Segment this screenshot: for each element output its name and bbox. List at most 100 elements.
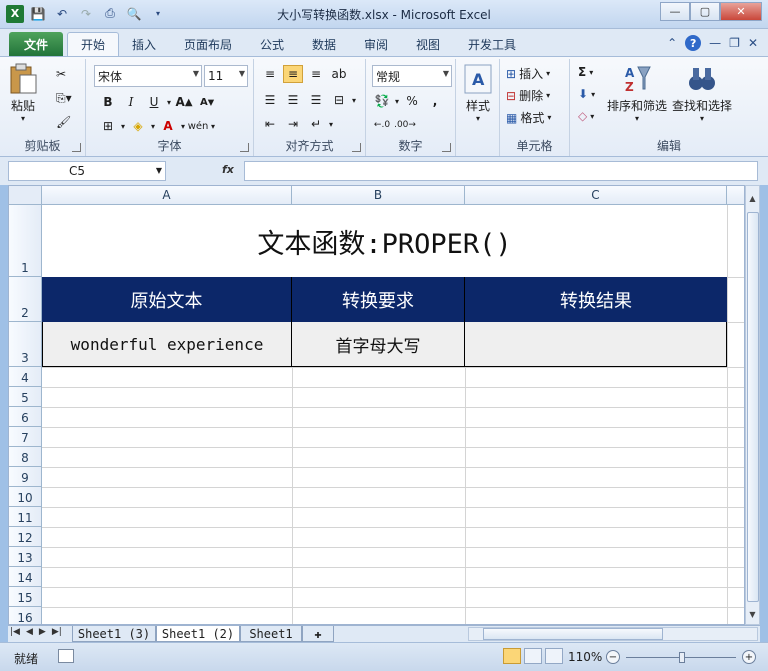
row-header[interactable]: 16: [9, 607, 42, 624]
minimize-button[interactable]: —: [660, 2, 690, 21]
row-header[interactable]: 4: [9, 367, 42, 387]
cut-icon[interactable]: ✂: [56, 67, 66, 81]
wrap-dropdown-icon[interactable]: ▾: [329, 120, 333, 129]
sheet-tab-active[interactable]: Sheet1 (2): [156, 626, 240, 642]
last-sheet-icon[interactable]: ▶|: [52, 627, 62, 637]
copy-icon[interactable]: ⎘▾: [56, 91, 72, 106]
number-launcher-icon[interactable]: [442, 143, 451, 152]
underline-icon[interactable]: U: [144, 93, 164, 111]
minimize-ribbon-icon[interactable]: ⌃: [667, 36, 677, 50]
row-header[interactable]: 2: [9, 277, 42, 322]
orientation-icon[interactable]: ab: [329, 65, 349, 83]
tab-home[interactable]: 开始: [67, 32, 119, 56]
cell-a3[interactable]: wonderful experience: [42, 322, 292, 367]
doc-restore-icon[interactable]: ❐: [729, 36, 740, 50]
zoom-in-icon[interactable]: +: [742, 650, 756, 664]
bold-icon[interactable]: B: [98, 93, 118, 111]
decrease-decimal-icon[interactable]: .00→: [394, 116, 416, 134]
merge-center-icon[interactable]: ⊟: [329, 91, 349, 109]
help-icon[interactable]: ?: [685, 35, 702, 51]
tab-formulas[interactable]: 公式: [260, 32, 284, 56]
fill-button[interactable]: ⬇ ▾: [578, 87, 595, 101]
row-header[interactable]: 1: [9, 205, 42, 277]
column-header-a[interactable]: A: [42, 186, 292, 205]
phonetic-icon[interactable]: wén: [188, 117, 209, 135]
align-middle-icon[interactable]: ≡: [283, 65, 303, 83]
autosum-button[interactable]: Σ ▾: [578, 65, 593, 79]
row-header[interactable]: 9: [9, 467, 42, 487]
row-header[interactable]: 3: [9, 322, 42, 367]
column-header-c[interactable]: C: [465, 186, 727, 205]
row-header[interactable]: 15: [9, 587, 42, 607]
increase-font-icon[interactable]: A ▲: [174, 93, 194, 111]
alignment-launcher-icon[interactable]: [352, 143, 361, 152]
zoom-knob[interactable]: [679, 652, 685, 663]
name-box[interactable]: C5 ▼: [8, 161, 166, 181]
underline-dropdown-icon[interactable]: ▾: [167, 98, 171, 107]
insert-cells-button[interactable]: ⊞ 插入 ▾: [506, 65, 550, 82]
phonetic-dropdown-icon[interactable]: ▾: [211, 122, 215, 131]
next-sheet-icon[interactable]: ▶: [39, 627, 46, 637]
font-launcher-icon[interactable]: [240, 143, 249, 152]
sheet-tab[interactable]: Sheet1: [240, 626, 302, 642]
font-color-icon[interactable]: A: [158, 117, 178, 135]
comma-style-icon[interactable]: ,: [425, 92, 445, 110]
align-center-icon[interactable]: ☰: [283, 91, 303, 109]
wrap-text-icon[interactable]: ↵: [306, 115, 326, 133]
header-cell-original-text[interactable]: 原始文本: [42, 277, 292, 322]
align-left-icon[interactable]: ☰: [260, 91, 280, 109]
insert-function-button[interactable]: fx: [222, 163, 234, 176]
find-select-button[interactable]: 查找和选择 ▾: [672, 63, 732, 123]
row-header[interactable]: 11: [9, 507, 42, 527]
normal-view-icon[interactable]: [503, 648, 521, 664]
align-top-icon[interactable]: ≡: [260, 65, 280, 83]
font-color-dropdown-icon[interactable]: ▾: [181, 122, 185, 131]
column-header-b[interactable]: B: [292, 186, 465, 205]
fill-color-icon[interactable]: ◈: [128, 117, 148, 135]
accounting-format-icon[interactable]: 💱: [372, 92, 392, 110]
decrease-font-icon[interactable]: A ▼: [197, 93, 217, 111]
paste-button[interactable]: 粘贴 ▾: [8, 63, 38, 123]
prev-sheet-icon[interactable]: ◀: [26, 627, 33, 637]
column-header-empty[interactable]: [727, 186, 744, 205]
maximize-button[interactable]: ▢: [690, 2, 720, 21]
font-name-select[interactable]: 宋体 ▼: [94, 65, 202, 87]
font-size-select[interactable]: 11 ▼: [204, 65, 248, 87]
zoom-slider[interactable]: − +: [606, 650, 756, 666]
header-cell-requirement[interactable]: 转换要求: [292, 277, 465, 322]
clipboard-launcher-icon[interactable]: [72, 143, 81, 152]
tab-insert[interactable]: 插入: [132, 32, 156, 56]
row-header[interactable]: 13: [9, 547, 42, 567]
borders-dropdown-icon[interactable]: ▾: [121, 122, 125, 131]
row-header[interactable]: 10: [9, 487, 42, 507]
sort-filter-button[interactable]: A Z 排序和筛选 ▾: [607, 63, 667, 123]
accounting-dropdown-icon[interactable]: ▾: [395, 97, 399, 106]
zoom-out-icon[interactable]: −: [606, 650, 620, 664]
vertical-scrollbar[interactable]: ▲ ▼: [745, 185, 760, 625]
close-button[interactable]: ✕: [720, 2, 762, 21]
clear-button[interactable]: ◇ ▾: [578, 109, 594, 123]
tab-developer[interactable]: 开发工具: [468, 32, 516, 56]
row-header[interactable]: 5: [9, 387, 42, 407]
tab-page-layout[interactable]: 页面布局: [184, 32, 232, 56]
increase-decimal-icon[interactable]: ←.0: [372, 116, 392, 134]
page-break-view-icon[interactable]: [545, 648, 563, 664]
format-cells-button[interactable]: ▦ 格式 ▾: [506, 109, 551, 126]
italic-icon[interactable]: I: [121, 93, 141, 111]
decrease-indent-icon[interactable]: ⇤: [260, 115, 280, 133]
percent-icon[interactable]: %: [402, 92, 422, 110]
tab-file[interactable]: 文件: [9, 32, 63, 56]
scroll-up-icon[interactable]: ▲: [746, 194, 759, 208]
cell-c3[interactable]: [465, 322, 727, 367]
doc-close-icon[interactable]: ✕: [748, 36, 758, 50]
styles-dropdown-icon[interactable]: ▾: [476, 114, 480, 123]
tab-data[interactable]: 数据: [312, 32, 336, 56]
cell-b3[interactable]: 首字母大写: [292, 322, 465, 367]
format-painter-icon[interactable]: 🖌: [56, 115, 71, 129]
zoom-level[interactable]: 110%: [568, 650, 602, 664]
row-header[interactable]: 12: [9, 527, 42, 547]
horizontal-scrollbar[interactable]: [468, 627, 758, 641]
tab-review[interactable]: 审阅: [364, 32, 388, 56]
merge-dropdown-icon[interactable]: ▾: [352, 96, 356, 105]
doc-minimize-icon[interactable]: —: [709, 36, 721, 50]
